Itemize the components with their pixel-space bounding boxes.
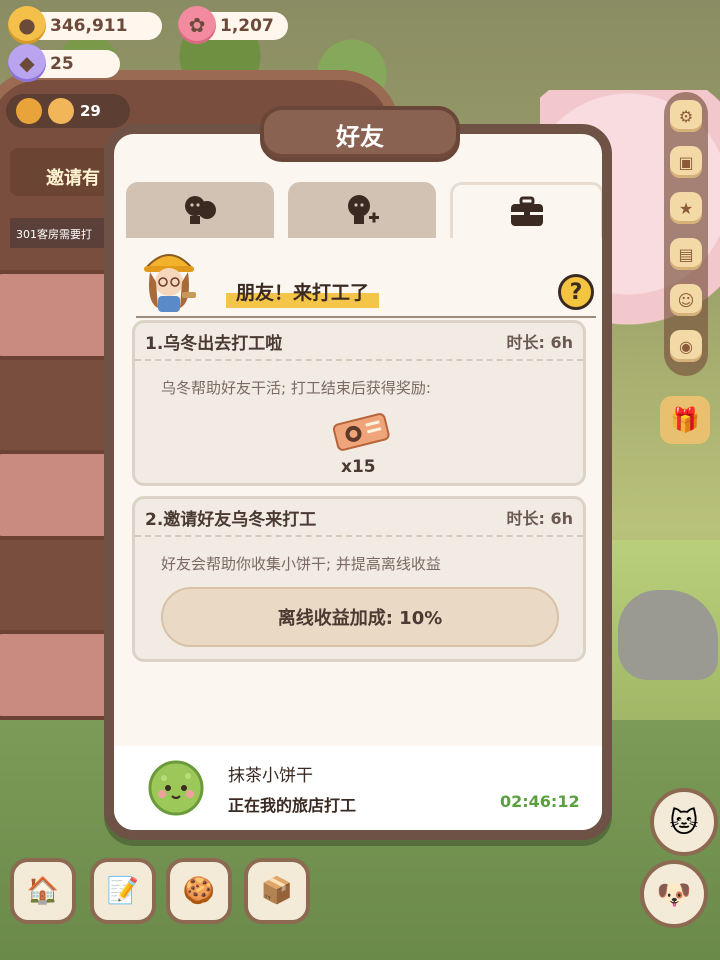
status-text: 抹茶小饼干 正在我的旅店打工 xyxy=(228,761,356,816)
notes-button[interactable]: 📝 xyxy=(90,858,156,924)
tab-add-friend[interactable] xyxy=(288,182,436,238)
guest-icon xyxy=(48,98,74,124)
level-indicator[interactable]: 29 xyxy=(6,94,130,128)
modal-title-text: 好友 xyxy=(336,122,384,151)
modal-title: 好友 xyxy=(260,106,460,162)
section-title: 朋友！来打工了 xyxy=(226,278,380,308)
invite-banner[interactable]: 邀请有 xyxy=(10,148,112,196)
inn-room xyxy=(0,630,114,720)
help-button[interactable]: ? xyxy=(558,274,594,310)
inn-room xyxy=(0,450,114,540)
pink-currency[interactable]: ✿ 1,207 xyxy=(178,6,288,44)
stamp-icon[interactable]: ▣ xyxy=(670,146,702,178)
tab-work[interactable] xyxy=(450,182,602,238)
gem-currency[interactable]: ◆ 25 xyxy=(8,44,120,82)
add-friend-icon xyxy=(348,195,379,224)
rock xyxy=(618,590,718,680)
gem-icon: ◆ xyxy=(8,44,46,82)
pink-amount: 1,207 xyxy=(220,16,274,36)
invite-work-card: 2.邀请好友乌冬来打工 时长: 6h 好友会帮助你收集小饼干; 并提高离线收益 … xyxy=(132,496,586,662)
cookie-coin-icon: ● xyxy=(8,6,46,44)
cookie-icon[interactable]: ★ xyxy=(670,192,702,224)
settings-gear-icon xyxy=(16,98,42,124)
card-duration: 时长: 6h xyxy=(506,333,574,352)
inn-room xyxy=(0,270,114,360)
working-friend-status: 抹茶小饼干 正在我的旅店打工 02:46:12 xyxy=(114,746,602,830)
bonus-label: 离线收益加成: 10% xyxy=(277,608,443,629)
reward-count: x15 xyxy=(341,457,376,477)
pink-flower-icon: ✿ xyxy=(178,6,216,44)
friends-modal: 朋友！来打工了 ? 1.乌冬出去打工啦 时长: 6h 乌冬帮助好友干活; 打工结… xyxy=(104,124,612,840)
friends-icon xyxy=(185,196,216,224)
shop-button[interactable]: 🍪 xyxy=(166,858,232,924)
ticket-icon[interactable] xyxy=(331,411,391,451)
card-header: 1.乌冬出去打工啦 时长: 6h xyxy=(135,323,583,361)
backpack-icon[interactable]: ▤ xyxy=(670,238,702,270)
task-text: 301客房需要打 xyxy=(16,228,92,241)
work-timer: 02:46:12 xyxy=(500,792,580,811)
friend-name: 抹茶小饼干 xyxy=(228,765,313,786)
tab-bar xyxy=(126,182,602,238)
card-title: 2.邀请好友乌冬来打工 xyxy=(145,509,317,530)
briefcase-icon xyxy=(511,196,543,226)
build-button[interactable]: 🏠 xyxy=(10,858,76,924)
level-count: 29 xyxy=(80,102,101,120)
work-out-card: 1.乌冬出去打工啦 时长: 6h 乌冬帮助好友干活; 打工结束后获得奖励: x1… xyxy=(132,320,586,486)
card-header: 2.邀请好友乌冬来打工 时长: 6h xyxy=(135,499,583,537)
card-duration: 时长: 6h xyxy=(506,509,574,528)
matcha-cookie-avatar-icon xyxy=(148,760,204,816)
gear-icon[interactable]: ⚙ xyxy=(670,100,702,132)
card-title: 1.乌冬出去打工啦 xyxy=(145,333,283,354)
card-description: 乌冬帮助好友干活; 打工结束后获得奖励: xyxy=(161,379,431,397)
tab-friends[interactable] xyxy=(126,182,274,238)
camera-icon[interactable]: ◉ xyxy=(670,330,702,362)
gold-amount: 346,911 xyxy=(50,16,128,36)
invite-label: 邀请有 xyxy=(46,168,100,189)
orders-button[interactable]: 📦 xyxy=(244,858,310,924)
divider xyxy=(136,316,596,318)
friend-face-icon[interactable]: ☺ xyxy=(670,284,702,316)
offline-bonus-bar: 离线收益加成: 10% xyxy=(161,587,559,647)
card-description: 好友会帮助你收集小饼干; 并提高离线收益 xyxy=(161,555,441,573)
pet-button[interactable]: 🐶 xyxy=(640,860,708,928)
right-menu-rail: ⚙ ▣ ★ ▤ ☺ ◉ xyxy=(664,92,708,376)
helper-button[interactable]: 🐱 xyxy=(650,788,718,856)
gem-amount: 25 xyxy=(50,54,74,74)
worker-character-icon xyxy=(143,254,196,312)
gift-bag-icon[interactable]: 🎁 xyxy=(660,396,710,444)
gold-currency[interactable]: ● 346,911 xyxy=(8,6,162,44)
section-header: 朋友！来打工了 ? xyxy=(126,238,602,318)
friend-status: 正在我的旅店打工 xyxy=(228,795,357,815)
